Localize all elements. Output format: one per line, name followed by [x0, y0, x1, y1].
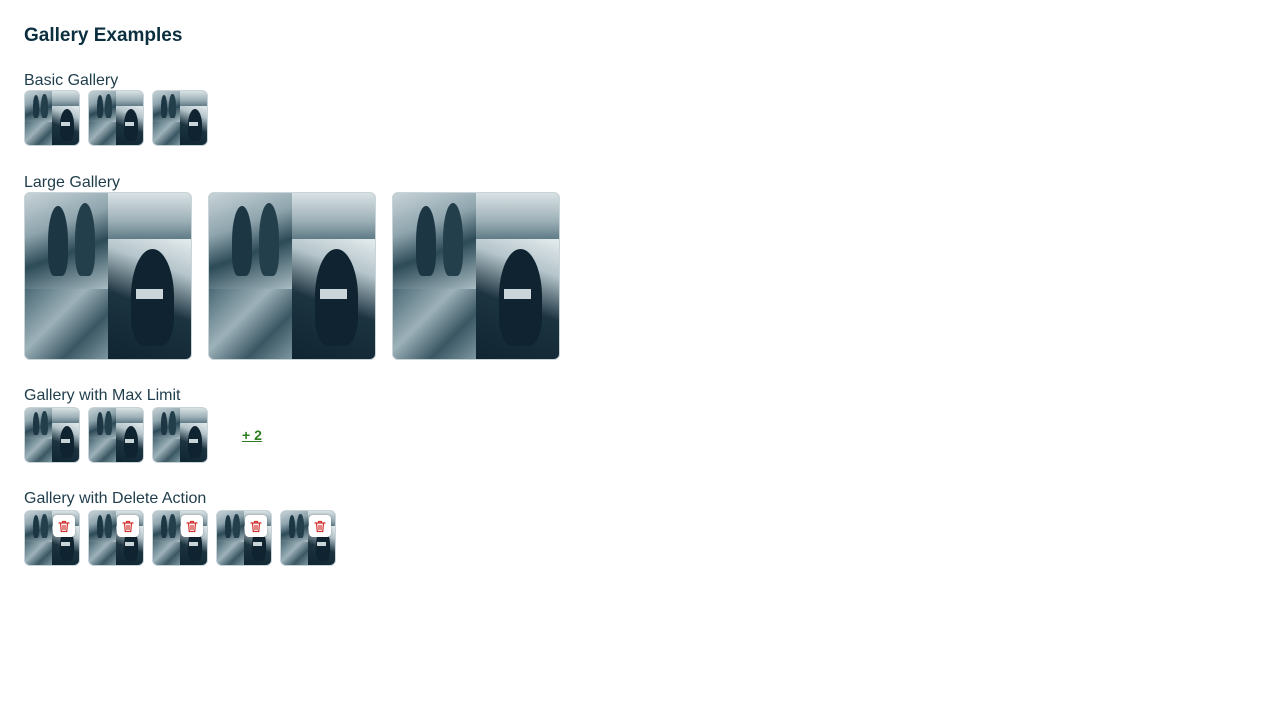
delete-button[interactable] — [245, 515, 267, 537]
gallery-image[interactable] — [88, 510, 144, 566]
gallery-image[interactable] — [392, 192, 560, 360]
gallery-image[interactable] — [24, 192, 192, 360]
large-gallery-section: Large Gallery — [24, 173, 1256, 360]
gallery-image[interactable] — [152, 510, 208, 566]
max-limit-gallery: + 2 — [24, 407, 1256, 463]
delete-button[interactable] — [181, 515, 203, 537]
trash-icon — [250, 520, 262, 532]
delete-gallery-section: Gallery with Delete Action — [24, 489, 1256, 566]
section-title-max-limit: Gallery with Max Limit — [24, 387, 181, 404]
large-gallery — [24, 192, 1256, 360]
show-more-link[interactable]: + 2 — [242, 427, 262, 443]
gallery-image[interactable] — [152, 407, 208, 463]
delete-button[interactable] — [309, 515, 331, 537]
gallery-image[interactable] — [208, 192, 376, 360]
basic-gallery — [24, 90, 1256, 146]
gallery-image[interactable] — [152, 90, 208, 146]
page: Gallery Examples Basic Gallery Large Gal… — [0, 0, 1280, 566]
trash-icon — [58, 520, 70, 532]
section-title-large: Large Gallery — [24, 174, 121, 191]
section-title-basic: Basic Gallery — [24, 72, 119, 89]
delete-gallery — [24, 510, 1256, 566]
gallery-image[interactable] — [280, 510, 336, 566]
page-title: Gallery Examples — [24, 25, 183, 46]
delete-button[interactable] — [53, 515, 75, 537]
trash-icon — [122, 520, 134, 532]
section-title-delete: Gallery with Delete Action — [24, 490, 207, 507]
gallery-image[interactable] — [88, 407, 144, 463]
gallery-image[interactable] — [24, 407, 80, 463]
trash-icon — [314, 520, 326, 532]
trash-icon — [186, 520, 198, 532]
gallery-image[interactable] — [24, 90, 80, 146]
max-limit-gallery-section: Gallery with Max Limit + 2 — [24, 386, 1256, 463]
basic-gallery-section: Basic Gallery — [24, 71, 1256, 146]
gallery-image[interactable] — [88, 90, 144, 146]
gallery-image[interactable] — [24, 510, 80, 566]
gallery-image[interactable] — [216, 510, 272, 566]
delete-button[interactable] — [117, 515, 139, 537]
